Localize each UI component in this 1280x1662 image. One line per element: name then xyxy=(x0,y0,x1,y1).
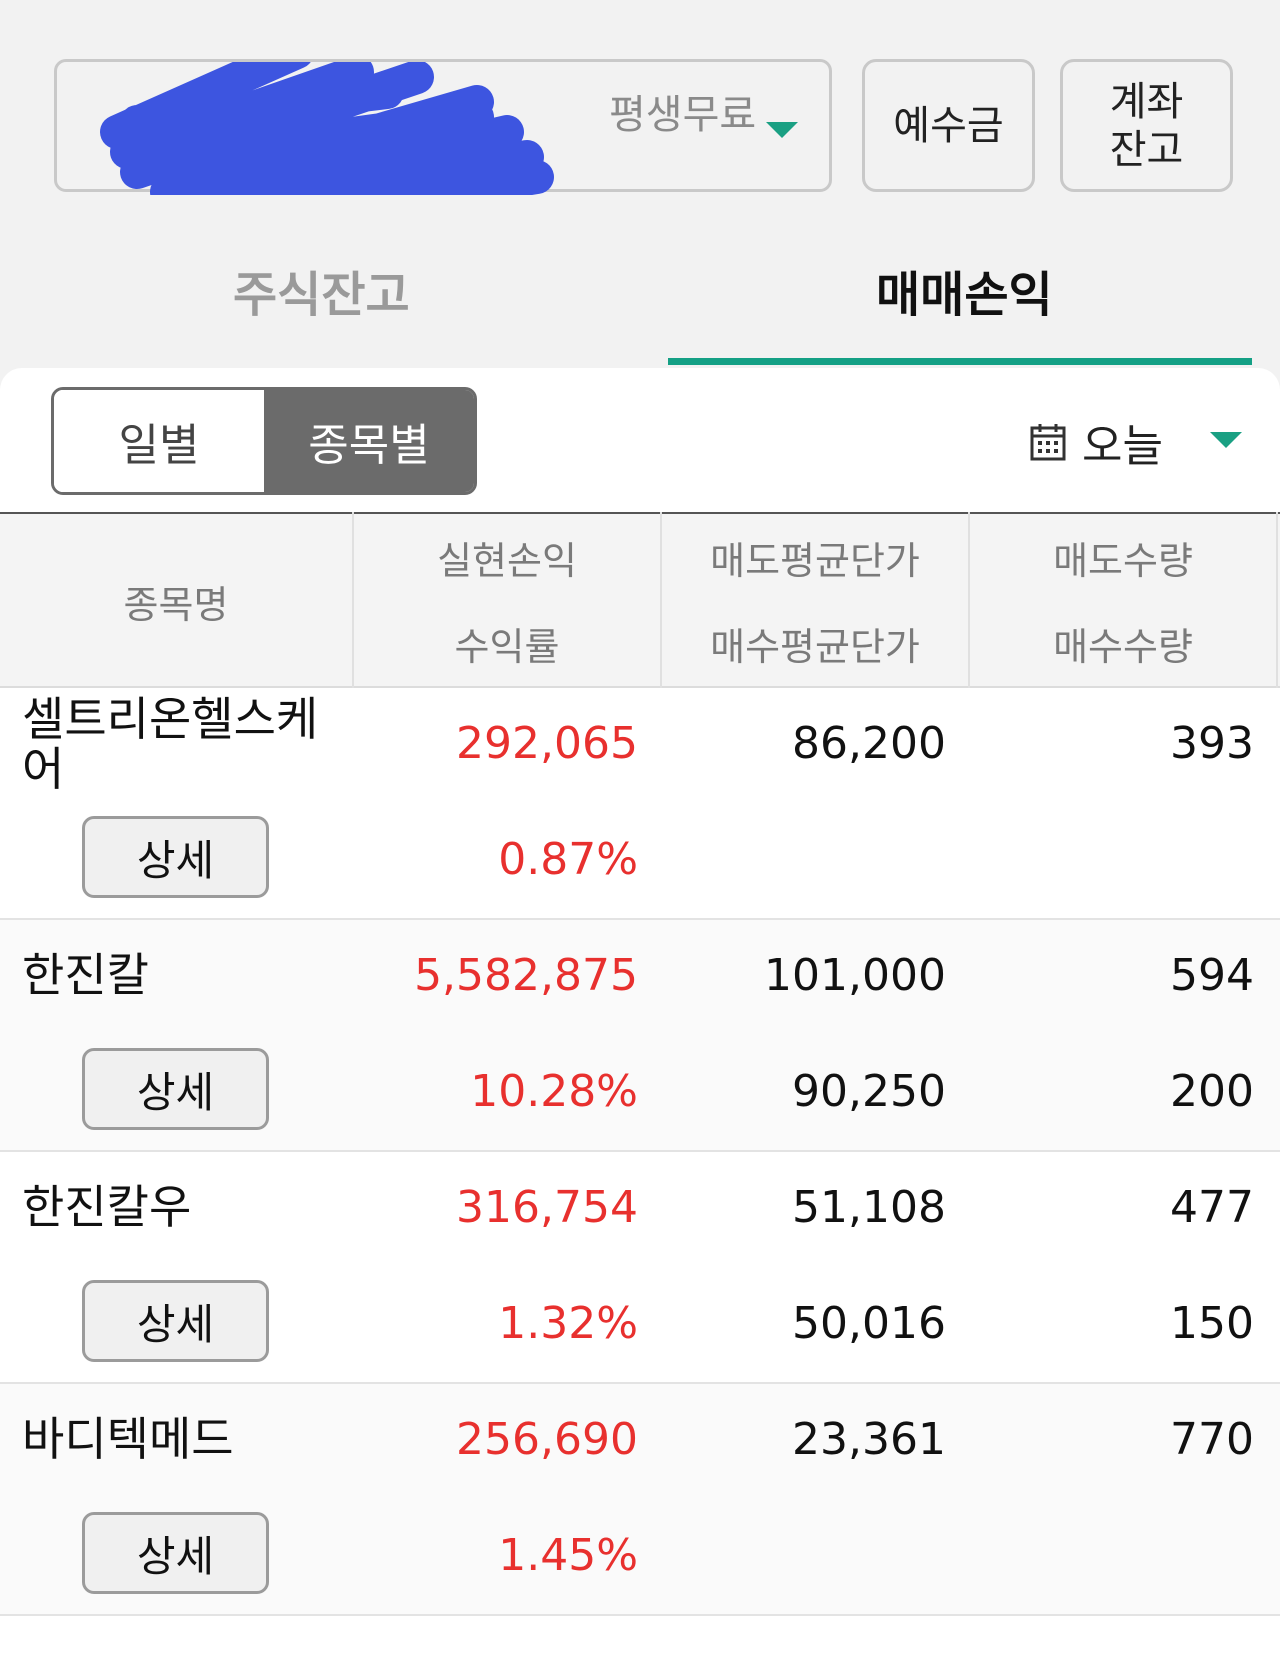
detail-button[interactable]: 상세 xyxy=(82,1048,269,1130)
detail-button[interactable]: 상세 xyxy=(82,1512,269,1594)
stock-name: 바디텍메드 xyxy=(22,1412,234,1466)
header-buy-avg: 매수평균단가 xyxy=(710,625,920,669)
stock-name: 셀트리온헬스케어 xyxy=(22,692,319,796)
header-realized: 실현손익 xyxy=(437,539,577,583)
table-row: 한진칼 상세 5,582,875 10.28% 101,000 90,250 5… xyxy=(0,920,1280,1152)
sell-avg-price: 86,200 xyxy=(792,718,946,769)
table-header: 종목명 실현손익 수익률 매도평균단가 매수평균단가 매도수량 매수수량 xyxy=(0,512,1280,688)
sell-avg-price: 23,361 xyxy=(792,1414,946,1465)
detail-button[interactable]: 상세 xyxy=(82,816,269,898)
chevron-down-icon[interactable] xyxy=(1210,432,1242,448)
header-name: 종목명 xyxy=(123,583,229,627)
segment-daily[interactable]: 일별 xyxy=(54,390,264,492)
deposit-button[interactable]: 예수금 xyxy=(862,59,1035,192)
realized-pnl: 316,754 xyxy=(456,1182,638,1233)
chevron-down-icon xyxy=(766,122,798,138)
table-row: 바디텍메드 상세 256,690 1.45% 23,361 770 xyxy=(0,1384,1280,1616)
date-filter-label: 오늘 xyxy=(1082,421,1163,472)
realized-pnl: 292,065 xyxy=(456,718,638,769)
sell-quantity: 477 xyxy=(1170,1182,1254,1233)
return-rate: 1.32% xyxy=(498,1298,638,1349)
account-plan-label: 평생무료 xyxy=(609,92,757,138)
table-row: 한진칼우 상세 316,754 1.32% 51,108 50,016 477 … xyxy=(0,1152,1280,1384)
stock-name: 한진칼 xyxy=(22,948,149,1002)
header-sell-avg: 매도평균단가 xyxy=(710,539,920,583)
buy-quantity: 200 xyxy=(1170,1066,1254,1117)
tab-trading-pnl[interactable]: 매매손익 xyxy=(876,255,1053,325)
date-filter[interactable]: 오늘 xyxy=(1030,410,1163,474)
active-tab-indicator xyxy=(668,358,1252,365)
segment-by-stock[interactable]: 종목별 xyxy=(264,390,474,492)
return-rate: 1.45% xyxy=(498,1530,638,1581)
sell-quantity: 594 xyxy=(1170,950,1254,1001)
sell-quantity: 393 xyxy=(1170,718,1254,769)
sell-avg-price: 51,108 xyxy=(792,1182,946,1233)
account-selector[interactable]: 평생무료 xyxy=(54,59,832,195)
view-segment-control: 일별 종목별 xyxy=(51,387,477,495)
header-buy-qty: 매수수량 xyxy=(1053,625,1193,669)
detail-button[interactable]: 상세 xyxy=(82,1280,269,1362)
buy-avg-price: 90,250 xyxy=(792,1066,946,1117)
header-sell-qty: 매도수량 xyxy=(1053,539,1193,583)
redacted-account-number xyxy=(100,62,554,195)
tab-stock-balance[interactable]: 주식잔고 xyxy=(233,255,410,325)
buy-quantity: 150 xyxy=(1170,1298,1254,1349)
sell-quantity: 770 xyxy=(1170,1414,1254,1465)
return-rate: 0.87% xyxy=(498,834,638,885)
header-return-rate: 수익률 xyxy=(454,625,560,669)
table-row: 셀트리온헬스케어 상세 292,065 0.87% 86,200 393 xyxy=(0,688,1280,920)
realized-pnl: 5,582,875 xyxy=(414,950,638,1001)
calendar-icon xyxy=(1030,424,1066,461)
stock-name: 한진칼우 xyxy=(22,1180,192,1234)
return-rate: 10.28% xyxy=(470,1066,638,1117)
sell-avg-price: 101,000 xyxy=(764,950,946,1001)
buy-avg-price: 50,016 xyxy=(792,1298,946,1349)
realized-pnl: 256,690 xyxy=(456,1414,638,1465)
account-balance-button[interactable]: 계좌 잔고 xyxy=(1060,59,1233,192)
